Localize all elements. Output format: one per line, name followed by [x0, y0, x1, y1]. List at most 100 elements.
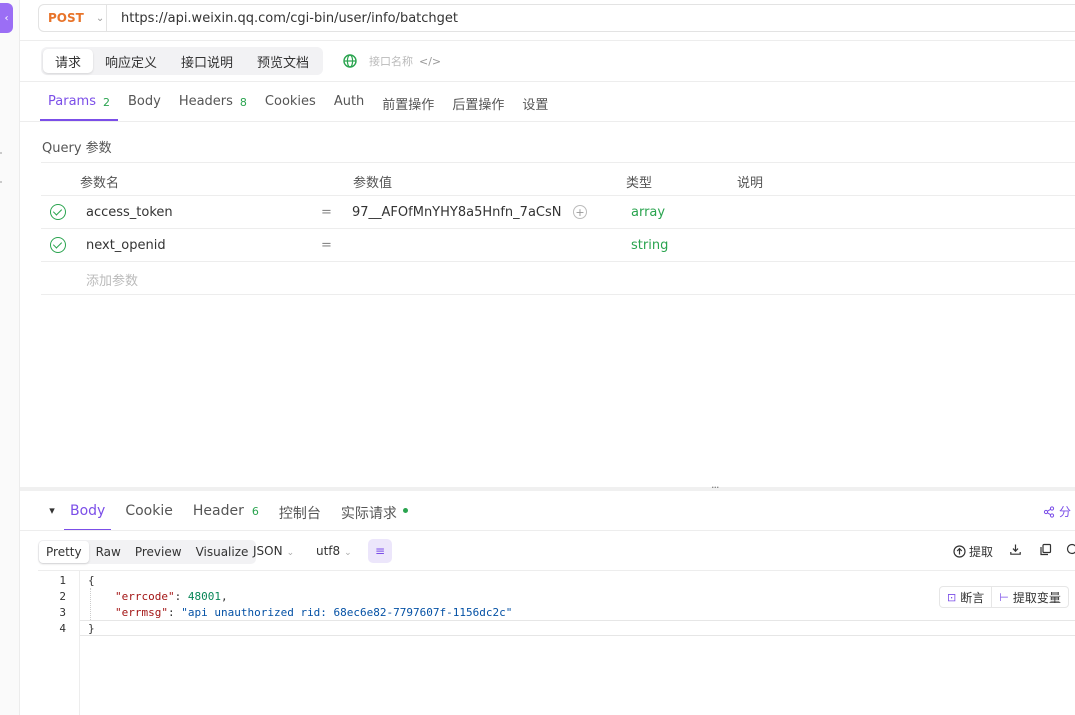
response-code-viewer[interactable]: 1 2 3 4 { "errcode": 48001, "errmsg": "a… [38, 570, 1075, 715]
tab-post-actions[interactable]: 后置操作 [444, 88, 512, 122]
collapse-icon[interactable]: ‹ [0, 3, 13, 33]
rail-dot [0, 181, 2, 183]
header-type: 类型 [626, 176, 653, 191]
tab-api-description[interactable]: 接口说明 [169, 49, 245, 73]
format-pretty[interactable]: Pretty [39, 541, 89, 563]
code-line: } [88, 622, 95, 635]
tab-response-header[interactable]: Header 6 [187, 497, 265, 531]
tab-label: Cookie [125, 503, 173, 519]
api-name-field[interactable]: 接口名称 </> [369, 53, 441, 69]
param-name[interactable]: next_openid [86, 238, 166, 253]
params-table-header: 参数名 参数值 类型 说明 [41, 162, 1075, 196]
add-param-input[interactable]: 添加参数 [86, 270, 138, 289]
floating-actions: ⊡ 断言 ⊢ 提取变量 [939, 586, 1069, 608]
tab-label: 后置操作 [452, 98, 505, 113]
json-number: 48001 [187, 590, 221, 603]
method-select[interactable]: POST ⌄ [39, 5, 107, 31]
header-value: 参数值 [353, 176, 393, 191]
divider [20, 81, 1075, 82]
share-icon [1043, 505, 1055, 518]
json-brace: } [88, 622, 95, 635]
query-section-title: Query 参数 [42, 141, 112, 156]
tab-auth[interactable]: Auth [326, 88, 372, 122]
param-tabs: Params 2 Body Headers 8 Cookies Auth 前置操作 … [40, 88, 558, 122]
share-label: 分 [1059, 505, 1072, 519]
json-brace: { [88, 574, 95, 587]
format-select-value: JSON [253, 544, 283, 558]
tab-body[interactable]: Body [120, 88, 169, 122]
tab-response-body[interactable]: Body [64, 497, 112, 531]
param-name[interactable]: access_token [86, 205, 173, 220]
chevron-down-icon[interactable]: ▾ [40, 497, 64, 523]
param-type[interactable]: string [631, 238, 668, 253]
tab-actual-request[interactable]: 实际请求 [335, 497, 414, 531]
tab-label: Cookies [264, 94, 316, 109]
line-gutter: 1 2 3 4 [38, 571, 80, 715]
wrap-lines-icon[interactable]: ≡ [368, 539, 392, 563]
tab-response-cookie[interactable]: Cookie [119, 497, 179, 531]
assert-label: 断言 [960, 590, 985, 605]
json-key: "errcode" [115, 590, 175, 603]
tab-label: 实际请求 [340, 506, 397, 522]
equals-sign: = [321, 238, 332, 253]
extract-button[interactable]: 提取 [953, 543, 993, 560]
panel-splitter[interactable] [20, 487, 1075, 491]
checked-icon[interactable] [50, 204, 66, 220]
tab-request[interactable]: 请求 [43, 49, 94, 73]
tab-label: Body [127, 94, 161, 109]
param-type[interactable]: array [631, 205, 665, 220]
api-name-placeholder: 接口名称 [369, 55, 413, 68]
tab-label: 前置操作 [382, 98, 435, 113]
extract-label: 提取 [969, 545, 994, 559]
param-value[interactable]: 97__AFOfMnYHY8a5Hnfn_7aCsNE [352, 205, 562, 220]
url-input[interactable]: https://api.weixin.qq.com/cgi-bin/user/i… [107, 11, 458, 26]
copy-button[interactable] [1039, 543, 1052, 556]
assert-icon: ⊡ [947, 590, 957, 604]
table-row: next_openid = string [41, 229, 1075, 262]
tab-label: Headers [178, 94, 233, 109]
tab-cookies[interactable]: Cookies [257, 88, 324, 122]
upload-circle-icon [953, 545, 966, 558]
tab-label: 控制台 [278, 506, 321, 522]
download-button[interactable] [1009, 543, 1022, 556]
checked-icon[interactable] [50, 237, 66, 253]
format-visualize[interactable]: Visualize [189, 541, 256, 563]
drag-handle-icon[interactable]: ··· [711, 481, 719, 494]
tab-headers[interactable]: Headers 8 [171, 88, 255, 122]
format-select[interactable]: JSON ⌄ [253, 544, 294, 558]
tab-pre-actions[interactable]: 前置操作 [374, 88, 442, 122]
tab-settings[interactable]: 设置 [514, 88, 556, 122]
globe-icon[interactable] [343, 54, 357, 68]
share-button[interactable]: 分 [1043, 503, 1071, 520]
divider [20, 121, 1075, 122]
header-name: 参数名 [80, 176, 120, 191]
chevron-down-icon: ⌄ [286, 548, 295, 558]
encoding-select[interactable]: utf8 ⌄ [316, 544, 352, 558]
table-row: access_token = 97__AFOfMnYHY8a5Hnfn_7aCs… [41, 196, 1075, 229]
line-number: 4 [59, 622, 66, 635]
format-preview[interactable]: Preview [128, 541, 189, 563]
format-raw[interactable]: Raw [89, 541, 128, 563]
tab-preview-doc[interactable]: 预览文档 [245, 49, 321, 73]
code-line: { [88, 574, 95, 587]
search-button[interactable] [1066, 543, 1075, 556]
current-line-highlight [80, 620, 1075, 636]
tab-console[interactable]: 控制台 [273, 497, 327, 531]
app-window: ‹ POST ⌄ https://api.weixin.qq.com/cgi-b… [0, 0, 1075, 715]
code-line: "errmsg": "api unauthorized rid: 68ec6e8… [115, 606, 513, 619]
add-variable-icon[interactable]: + [573, 205, 587, 219]
method-label: POST [48, 11, 84, 25]
extract-variable-button[interactable]: ⊢ 提取变量 [992, 586, 1069, 608]
copy-icon [1040, 543, 1052, 556]
download-icon [1010, 544, 1021, 555]
left-rail: ‹ [0, 0, 20, 715]
tab-label: Auth [333, 94, 365, 109]
tab-response-definition[interactable]: 响应定义 [93, 49, 169, 73]
tab-count: 6 [251, 505, 259, 518]
json-string: "api unauthorized rid: 68ec6e82-7797607f… [181, 606, 513, 619]
json-key: "errmsg" [115, 606, 168, 619]
code-icon[interactable]: </> [419, 55, 441, 68]
tab-params[interactable]: Params 2 [40, 88, 118, 122]
top-tabs: 请求 响应定义 接口说明 预览文档 [41, 47, 324, 75]
assert-button[interactable]: ⊡ 断言 [939, 586, 993, 608]
